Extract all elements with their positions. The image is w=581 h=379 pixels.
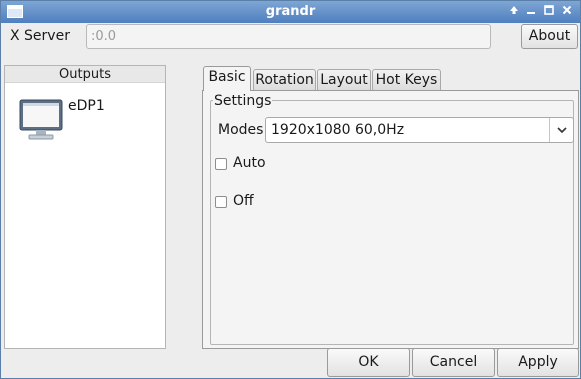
close-icon[interactable] [559, 4, 575, 20]
output-name: eDP1 [68, 98, 105, 114]
tab-hot-keys[interactable]: Hot Keys [372, 69, 441, 90]
keep-above-icon[interactable] [506, 4, 522, 20]
off-checkbox[interactable] [215, 196, 227, 208]
tab-basic[interactable]: Basic [203, 66, 251, 91]
grandr-window: grandr X Server :0.0 About Outputs eDP1 [0, 0, 581, 379]
auto-label: Auto [233, 155, 266, 171]
settings-group: Settings Modes 1920x1080 60,0Hz Auto Off [210, 93, 574, 345]
apply-button[interactable]: Apply [497, 348, 579, 377]
cancel-button[interactable]: Cancel [412, 348, 495, 377]
settings-legend: Settings [213, 93, 273, 109]
xserver-label: X Server [10, 28, 70, 44]
auto-checkbox[interactable] [215, 158, 227, 170]
xserver-field[interactable]: :0.0 [86, 24, 491, 49]
off-label: Off [233, 193, 254, 209]
maximize-icon[interactable] [541, 4, 557, 20]
title-bar[interactable]: grandr [1, 1, 580, 23]
outputs-list[interactable]: Outputs eDP1 [4, 65, 166, 349]
outputs-header: Outputs [5, 66, 165, 83]
basic-tab-panel: Settings Modes 1920x1080 60,0Hz Auto Off [202, 90, 579, 349]
about-button[interactable]: About [521, 24, 578, 49]
window-title: grandr [265, 4, 316, 19]
modes-value: 1920x1080 60,0Hz [271, 122, 405, 138]
minimize-icon[interactable] [523, 4, 539, 20]
tab-rotation[interactable]: Rotation [253, 69, 316, 90]
output-item-edp1[interactable]: eDP1 [17, 96, 157, 146]
modes-dropdown[interactable]: 1920x1080 60,0Hz [265, 117, 574, 143]
chevron-down-icon[interactable] [549, 118, 573, 142]
monitor-icon [19, 99, 63, 140]
modes-label: Modes [218, 122, 264, 138]
ok-button[interactable]: OK [327, 348, 410, 377]
tab-layout[interactable]: Layout [317, 69, 371, 90]
